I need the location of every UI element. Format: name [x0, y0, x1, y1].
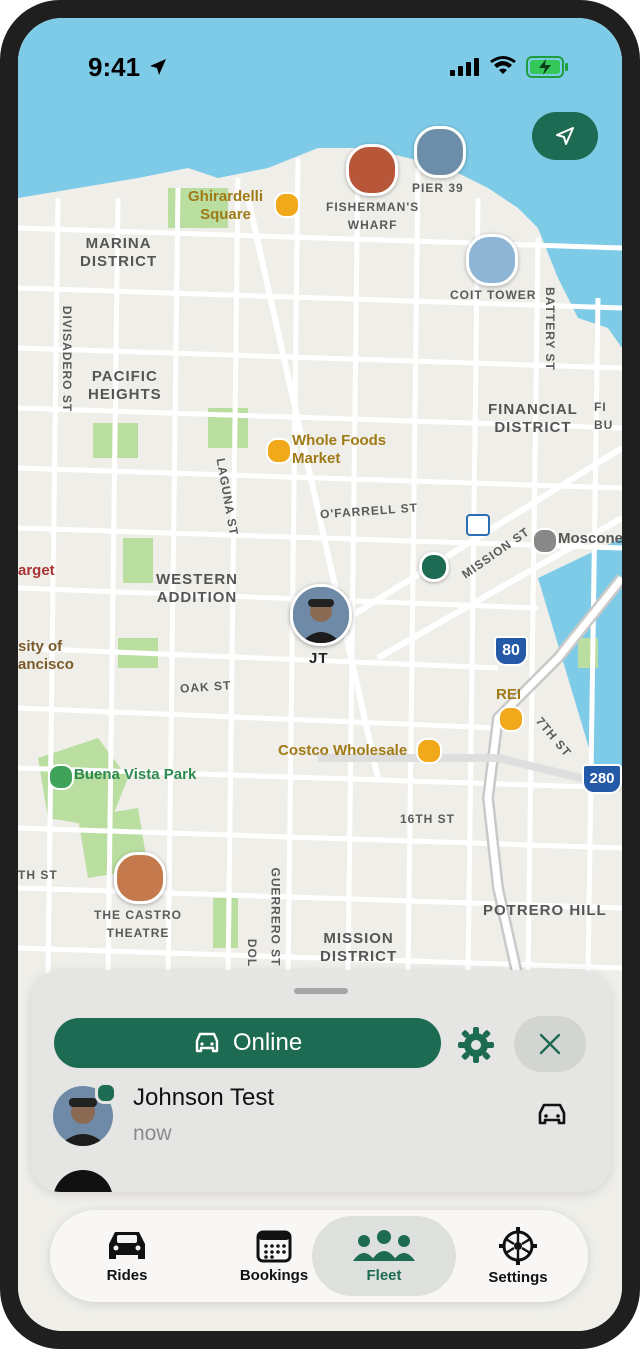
tab-settings[interactable]: Settings — [470, 1210, 566, 1302]
area-pacific-heights: PACIFIC HEIGHTS — [88, 368, 162, 403]
signal-icon — [450, 58, 479, 76]
online-label: Online — [232, 1029, 303, 1056]
street-divisadero: DIVISADERO ST — [60, 305, 75, 413]
place-castro-theatre[interactable]: THE CASTRO THEATRE — [94, 906, 182, 942]
driver-map-avatar[interactable] — [290, 584, 352, 646]
online-status-dot — [95, 1082, 117, 1104]
area-mission-district: MISSION DISTRICT — [320, 930, 398, 965]
vehicle-car-icon[interactable] — [536, 1101, 568, 1127]
street-oak: OAK ST — [179, 678, 232, 696]
tab-fleet[interactable]: Fleet — [336, 1210, 432, 1302]
battery-charging-icon — [526, 56, 568, 78]
place-target[interactable]: arget — [18, 562, 55, 580]
place-rei[interactable]: REI — [496, 686, 521, 704]
area-western-addition: WESTERN ADDITION — [156, 571, 238, 606]
settings-gear-icon[interactable] — [457, 1026, 495, 1064]
street-16th: 16TH ST — [400, 812, 456, 826]
wifi-icon — [490, 56, 516, 74]
place-pier39[interactable]: PIER 39 — [412, 179, 464, 197]
place-ghirardelli[interactable]: Ghirardelli Square — [188, 188, 263, 224]
tab-bookings[interactable]: Bookings — [210, 1210, 338, 1302]
place-coit-tower[interactable]: COIT TOWER — [450, 286, 536, 304]
calendar-icon — [256, 1230, 292, 1262]
place-costco[interactable]: Costco Wholesale — [278, 742, 407, 760]
place-moscone[interactable]: Moscone — [558, 530, 622, 548]
online-toggle-button[interactable]: Online — [54, 1018, 441, 1068]
tab-settings-label: Settings — [488, 1268, 548, 1286]
place-university[interactable]: sity of ancisco — [18, 638, 74, 674]
status-time: 9:41 — [88, 52, 141, 82]
people-icon — [353, 1229, 415, 1261]
navigation-arrow-icon — [556, 127, 574, 145]
status-bar: 9:41 — [18, 18, 622, 118]
driver-last-seen: now — [133, 1122, 172, 1145]
rei-pin-icon[interactable] — [498, 706, 524, 732]
gear-icon — [499, 1226, 537, 1265]
close-icon — [539, 1033, 561, 1055]
fleet-bottom-sheet[interactable]: Online Johnson Test now — [31, 970, 611, 1192]
castro-theatre-photo-icon[interactable] — [114, 852, 166, 904]
street-dol: DOL — [245, 938, 260, 968]
sheet-drag-handle[interactable] — [294, 988, 348, 994]
place-buena-vista[interactable]: Buena Vista Park — [74, 766, 196, 784]
coit-tower-photo-icon[interactable] — [466, 234, 518, 286]
next-driver-avatar — [53, 1170, 113, 1192]
street-guerrero: GUERRERO ST — [268, 867, 283, 967]
place-fishermans-wharf[interactable]: FISHERMAN'S WHARF — [326, 198, 419, 234]
street-partial: TH ST — [18, 868, 58, 882]
highway-80-shield-icon: 80 — [494, 636, 528, 666]
driver-name: Johnson Test — [133, 1084, 274, 1111]
venue-pin-icon[interactable] — [532, 528, 558, 554]
place-partial-right: FI BU — [594, 400, 614, 432]
area-financial-district: FINANCIAL DISTRICT — [488, 401, 578, 436]
highway-280-shield-icon: 280 — [582, 764, 622, 794]
tab-fleet-label: Fleet — [366, 1266, 402, 1284]
tab-rides[interactable]: Rides — [80, 1210, 174, 1302]
tab-bar: Rides Bookings Fleet Settings — [50, 1210, 588, 1302]
area-marina: MARINA DISTRICT — [80, 235, 158, 270]
car-icon — [195, 1032, 219, 1053]
fishermans-wharf-photo-icon[interactable] — [346, 144, 398, 196]
park-pin-icon[interactable] — [48, 764, 74, 790]
place-whole-foods[interactable]: Whole Foods Market — [292, 432, 386, 468]
street-battery: BATTERY ST — [542, 287, 557, 371]
tab-bookings-label: Bookings — [239, 1266, 309, 1284]
driver-map-label: JT — [309, 650, 329, 667]
recenter-location-button[interactable] — [532, 112, 598, 160]
pier39-photo-icon[interactable] — [414, 126, 466, 178]
costco-pin-icon[interactable] — [416, 738, 442, 764]
car-icon — [109, 1231, 145, 1259]
location-arrow-icon — [150, 59, 166, 75]
screen: MARINA DISTRICT PACIFIC HEIGHTS WESTERN ADD… — [18, 18, 622, 1331]
shopping-pin-icon[interactable] — [274, 192, 300, 218]
device-frame: MARINA DISTRICT PACIFIC HEIGHTS WESTERN ADD… — [0, 0, 640, 1349]
transit-station-icon[interactable] — [466, 514, 490, 536]
grocery-pin-icon[interactable] — [266, 438, 292, 464]
vehicle-location-marker[interactable] — [419, 552, 449, 582]
close-sheet-button[interactable] — [514, 1016, 586, 1072]
tab-rides-label: Rides — [106, 1266, 148, 1284]
area-potrero-hill: POTRERO HILL — [483, 902, 607, 919]
